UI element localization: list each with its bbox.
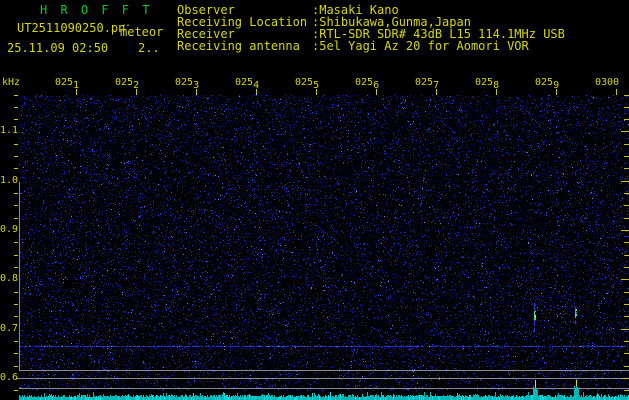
field-label: Receiving antenna — [177, 39, 300, 53]
x-axis-label: 0251 — [55, 77, 80, 91]
y-axis-label: 1.1 — [0, 125, 19, 136]
y-axis-unit: kHz — [2, 77, 21, 88]
y-axis-label: 0.8 — [0, 273, 19, 284]
y-axis-label: 0.9 — [0, 224, 19, 235]
x-axis-label: 0253 — [175, 77, 200, 91]
y-axis-label: 1.0 — [0, 175, 19, 186]
x-axis-label: 0256 — [355, 77, 380, 91]
x-axis-label: 0255 — [295, 77, 320, 91]
datetime: 25.11.09 02:50 — [7, 41, 109, 55]
x-axis-label: 0252 — [115, 77, 140, 91]
file-overlay-label: meteor — [120, 25, 164, 39]
x-axis-label: 0300 — [595, 77, 620, 88]
x-axis-label: 0257 — [415, 77, 440, 91]
spectrogram-canvas — [0, 0, 629, 400]
y-axis-label: 0.6 — [0, 372, 19, 383]
x-axis-label: 0254 — [235, 77, 260, 91]
x-axis-label: 0258 — [475, 77, 500, 91]
x-axis-label: 0259 — [535, 77, 560, 91]
y-axis-label: 0.7 — [0, 323, 19, 334]
app-title: H R O F F T — [40, 3, 153, 17]
hrofft-screen: H R O F F T UT2511090250.pn .. meteor 25… — [0, 0, 629, 400]
file-name: UT2511090250.pn — [17, 21, 126, 35]
counter: 2.. — [138, 41, 160, 55]
field-value: :5el Yagi Az 20 for Aomori VOR — [312, 39, 529, 53]
